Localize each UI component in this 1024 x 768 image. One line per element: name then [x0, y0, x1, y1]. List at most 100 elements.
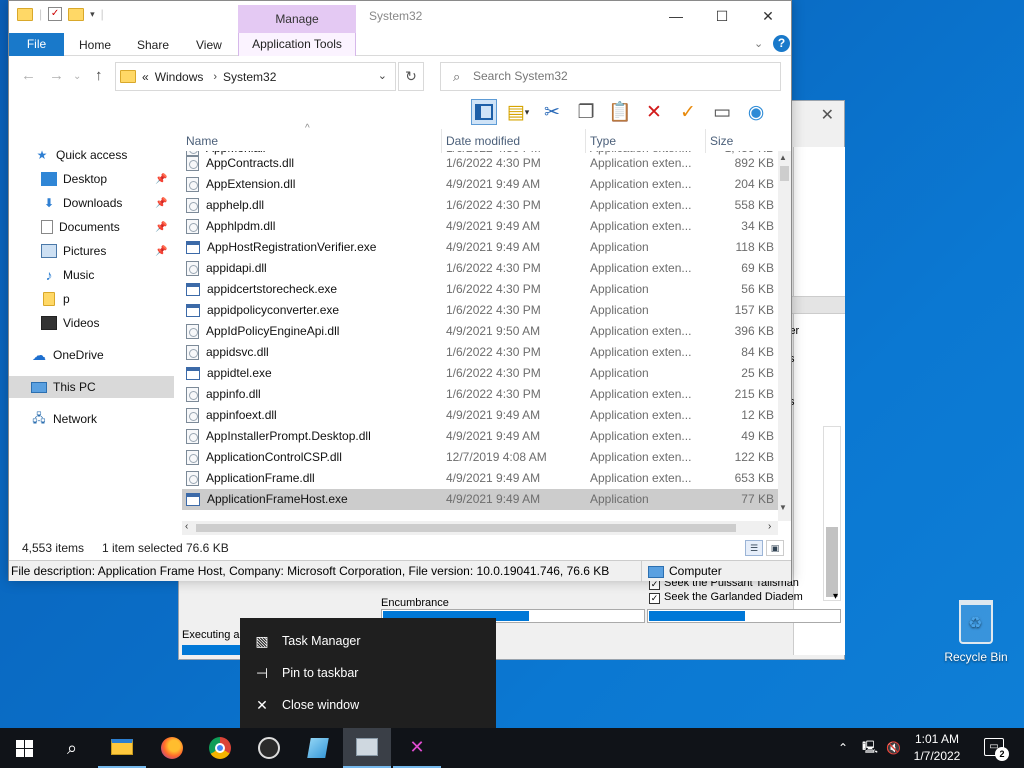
scroll-right-icon[interactable]: › — [768, 521, 771, 532]
address-dropdown-icon[interactable]: ⌄ — [378, 69, 387, 82]
table-row[interactable]: appidtel.exe 1/6/2022 4:30 PM Application 2… — [182, 363, 778, 384]
resource-hacker-icon[interactable] — [343, 728, 391, 768]
table-row[interactable]: ApplicationControlCSP.dll 12/7/2019 4:08 … — [182, 447, 778, 468]
obs-icon[interactable] — [245, 728, 293, 768]
tab-share[interactable]: Share — [137, 38, 169, 52]
back-icon[interactable]: ← — [21, 67, 36, 84]
firefox-icon[interactable] — [148, 728, 196, 768]
select-checkmark-icon[interactable]: ✓ — [675, 99, 701, 125]
view-options-icon[interactable]: ▤ ▾ — [505, 99, 531, 125]
scroll-thumb[interactable] — [780, 166, 789, 181]
background-scrollbar[interactable] — [823, 426, 841, 601]
table-row[interactable]: AppIdPolicyEngineApi.dll 4/9/2021 9:50 AM… — [182, 321, 778, 342]
preview-pane-icon[interactable] — [471, 99, 497, 125]
address-chevrons[interactable]: « — [142, 70, 149, 84]
search-input[interactable]: ⌕ Search System32 — [440, 62, 781, 91]
recent-locations-icon[interactable]: ⌄ — [73, 71, 81, 82]
volume-muted-icon[interactable]: 🔇 — [886, 728, 901, 768]
table-row[interactable]: appinfoext.dll 4/9/2021 9:49 AM Applicatio… — [182, 405, 778, 426]
properties-icon[interactable]: ✓ — [48, 7, 63, 21]
chevron-right-icon[interactable]: › — [213, 71, 217, 83]
details-view-icon[interactable]: ☰ — [745, 540, 763, 556]
search-icon[interactable]: ⌕ — [48, 728, 96, 768]
table-row[interactable]: AppContracts.dll 1/6/2022 4:30 PM Applicat… — [182, 153, 778, 174]
app-icon[interactable] — [294, 728, 342, 768]
chrome-icon[interactable] — [196, 728, 244, 768]
table-row[interactable]: AppInstallerPrompt.Desktop.dll 4/9/2021 9… — [182, 426, 778, 447]
jump-close-window[interactable]: ✕ Close window — [252, 693, 359, 717]
minimize-icon[interactable]: — — [653, 1, 699, 31]
pin-icon: ⊣ — [255, 664, 269, 681]
column-size[interactable]: Size — [706, 129, 778, 153]
show-hidden-icons[interactable]: ⌃ — [838, 728, 848, 768]
bg-bar-right-fill — [649, 611, 745, 621]
nav-network[interactable]: 🖧 Network — [31, 408, 196, 430]
tab-view[interactable]: View — [196, 38, 222, 52]
nav-quick-access[interactable]: ★ Quick access — [34, 144, 199, 166]
delete-icon[interactable]: ✕ — [641, 99, 667, 125]
breadcrumb-windows[interactable]: Windows — [155, 70, 204, 84]
table-row[interactable]: appidcertstorecheck.exe 1/6/2022 4:30 PM A… — [182, 279, 778, 300]
nav-onedrive[interactable]: ☁ OneDrive — [31, 344, 196, 366]
pin-icon[interactable]: 📌 — [155, 174, 167, 185]
table-row[interactable]: Apphlpdm.dll 4/9/2021 9:49 AM Application … — [182, 216, 778, 237]
large-icons-view-icon[interactable]: ▣ — [766, 540, 784, 556]
tab-file[interactable]: File — [9, 33, 64, 56]
table-row[interactable]: AppHostRegistrationVerifier.exe 4/9/2021 … — [182, 237, 778, 258]
maximize-icon[interactable]: ☐ — [699, 1, 745, 31]
address-bar[interactable]: « Windows › System32 ⌄ — [115, 62, 396, 91]
customize-toolbar-icon[interactable]: ▾ — [90, 9, 95, 20]
table-row[interactable]: apphelp.dll 1/6/2022 4:30 PM Application e… — [182, 195, 778, 216]
network-status-icon[interactable]: 🖳 — [862, 728, 878, 768]
column-date-modified[interactable]: Date modified — [442, 129, 586, 153]
forward-icon[interactable]: → — [49, 67, 64, 84]
recycle-bin[interactable]: Recycle Bin — [940, 600, 1012, 664]
tab-application-tools[interactable]: Application Tools — [238, 33, 356, 56]
hscroll-thumb[interactable] — [196, 524, 736, 532]
paste-icon[interactable]: 📋 — [607, 99, 633, 125]
pin-icon[interactable]: 📌 — [155, 222, 167, 233]
up-icon[interactable]: ↑ — [95, 67, 103, 84]
table-row[interactable]: AppExtension.dll 4/9/2021 9:49 AM Applicat… — [182, 174, 778, 195]
notification-center-icon[interactable]: ▭ 2 — [984, 738, 1009, 761]
cut-icon[interactable]: ✂ — [539, 99, 565, 125]
globe-icon[interactable]: ◉ — [743, 99, 769, 125]
start-icon[interactable] — [0, 728, 48, 768]
table-row[interactable]: appinfo.dll 1/6/2022 4:30 PM Application e… — [182, 384, 778, 405]
copy-icon[interactable]: ❐ — [573, 99, 599, 125]
table-row[interactable]: ApplicationFrameHost.exe 4/9/2021 9:49 AM… — [182, 489, 778, 510]
table-row[interactable]: appidapi.dll 1/6/2022 4:30 PM Application … — [182, 258, 778, 279]
column-name[interactable]: Name — [182, 129, 442, 153]
background-close-icon[interactable]: ✕ — [821, 105, 834, 125]
rename-icon[interactable]: ▭ — [709, 99, 735, 125]
vertical-scrollbar[interactable]: ▲ ▼ — [778, 151, 791, 521]
manage-tab[interactable]: Manage — [238, 5, 356, 33]
expand-ribbon-icon[interactable]: ⌄ — [754, 37, 763, 50]
jump-task-manager[interactable]: ▧ Task Manager — [252, 629, 360, 653]
horizontal-scrollbar[interactable]: ‹ › — [182, 521, 778, 535]
new-folder-icon[interactable] — [68, 7, 85, 21]
breadcrumb-system32[interactable]: System32 — [223, 70, 276, 84]
table-row[interactable]: appidsvc.dll 1/6/2022 4:30 PM Application … — [182, 342, 778, 363]
refresh-icon[interactable]: ↻ — [398, 62, 424, 91]
column-type[interactable]: Type — [586, 129, 706, 153]
file-date: 1/6/2022 4:30 PM — [446, 345, 541, 359]
clock[interactable]: 1:01 AM 1/7/2022 — [900, 731, 974, 765]
tab-home[interactable]: Home — [79, 38, 111, 52]
quest-checkbox-2[interactable]: ✓ Seek the Garlanded Diadem — [649, 591, 803, 604]
pin-icon[interactable]: 📌 — [155, 246, 167, 257]
scroll-down-icon[interactable]: ▼ — [779, 503, 787, 512]
table-row[interactable]: appidpolicyconverter.exe 1/6/2022 4:30 PM… — [182, 300, 778, 321]
close-icon[interactable]: ✕ — [745, 1, 791, 31]
file-explorer-icon[interactable] — [98, 728, 146, 768]
scroll-left-icon[interactable]: ‹ — [185, 521, 188, 532]
help-icon[interactable]: ? — [773, 35, 790, 52]
scroll-up-icon[interactable]: ▲ — [779, 153, 787, 162]
title-bar[interactable]: | ✓ ▾ | Manage System32 — ☐ ✕ — [9, 1, 791, 33]
table-row[interactable]: ApplicationFrame.dll 4/9/2021 9:49 AM Appl… — [182, 468, 778, 489]
nav-this-pc[interactable]: This PC — [9, 376, 174, 398]
game-icon[interactable]: ✕ — [393, 728, 441, 768]
pin-icon[interactable]: 📌 — [155, 198, 167, 209]
bg-scroll-down-icon[interactable]: ▾ — [833, 591, 838, 602]
jump-pin-to-taskbar[interactable]: ⊣ Pin to taskbar — [252, 661, 359, 685]
